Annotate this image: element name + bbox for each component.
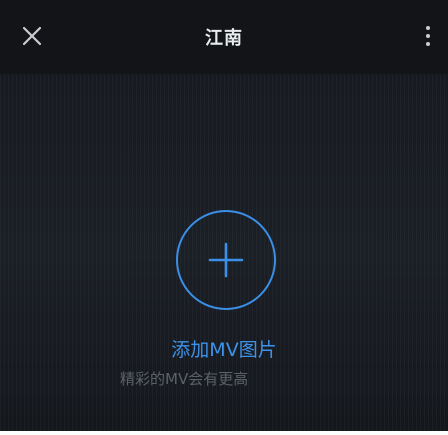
add-mv-image-button[interactable] xyxy=(176,210,276,310)
more-options-button[interactable] xyxy=(418,24,438,52)
hint-text: 精彩的MV会有更高 xyxy=(120,370,249,388)
add-mv-image-label[interactable]: 添加MV图片 xyxy=(0,335,448,362)
bottom-divider xyxy=(0,431,448,435)
mv-editor-screen: 江南 添加MV图片 精彩的MV会有更高 xyxy=(0,0,448,435)
page-title: 江南 xyxy=(205,28,243,49)
more-vertical-icon xyxy=(425,25,431,51)
top-bar: 江南 xyxy=(0,0,448,74)
plus-icon xyxy=(208,242,244,278)
